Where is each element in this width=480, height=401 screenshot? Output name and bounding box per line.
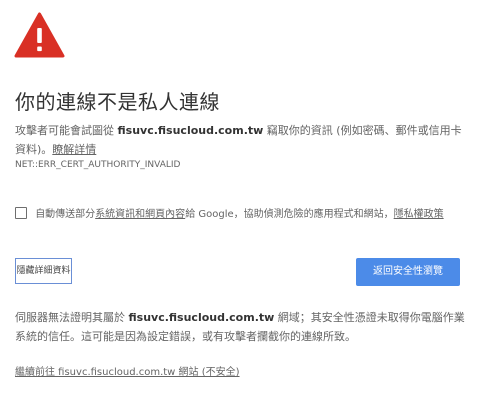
privacy-policy-link[interactable]: 隱私權政策 — [394, 209, 444, 220]
checkbox-label-middle: 給 Google，協助偵測危險的應用程式和網站， — [185, 209, 394, 220]
learn-more-link[interactable]: 瞭解詳情 — [52, 143, 96, 156]
send-info-option: 自動傳送部分系統資訊和網頁內容給 Google，協助偵測危險的應用程式和網站，隱… — [15, 205, 470, 220]
proceed-unsafe-link[interactable]: 繼續前往 fisuvc.fisucloud.com.tw 網站 (不安全) — [15, 363, 240, 378]
certificate-explanation: 伺服器無法證明其屬於 fisuvc.fisucloud.com.tw 網域；其安… — [15, 308, 465, 346]
page-title: 你的連線不是私人連線 — [15, 90, 220, 114]
explanation-prefix: 伺服器無法證明其屬於 — [15, 311, 129, 324]
site-domain: fisuvc.fisucloud.com.tw — [117, 124, 264, 137]
error-code: NET::ERR_CERT_AUTHORITY_INVALID — [15, 160, 181, 170]
warning-triangle-icon — [14, 12, 65, 58]
send-info-checkbox[interactable] — [15, 206, 27, 219]
hide-details-button[interactable]: 隱藏詳細資料 — [15, 258, 72, 284]
description-prefix: 攻擊者可能會試圖從 — [15, 124, 118, 137]
checkbox-label-prefix: 自動傳送部分 — [35, 209, 96, 220]
back-to-safety-button[interactable]: 返回安全性瀏覽 — [356, 258, 460, 286]
system-info-link[interactable]: 系統資訊和網頁內容 — [95, 209, 185, 220]
error-description: 攻擊者可能會試圖從 fisuvc.fisucloud.com.tw 竊取你的資訊… — [15, 121, 465, 159]
explanation-domain: fisuvc.fisucloud.com.tw — [128, 311, 275, 324]
